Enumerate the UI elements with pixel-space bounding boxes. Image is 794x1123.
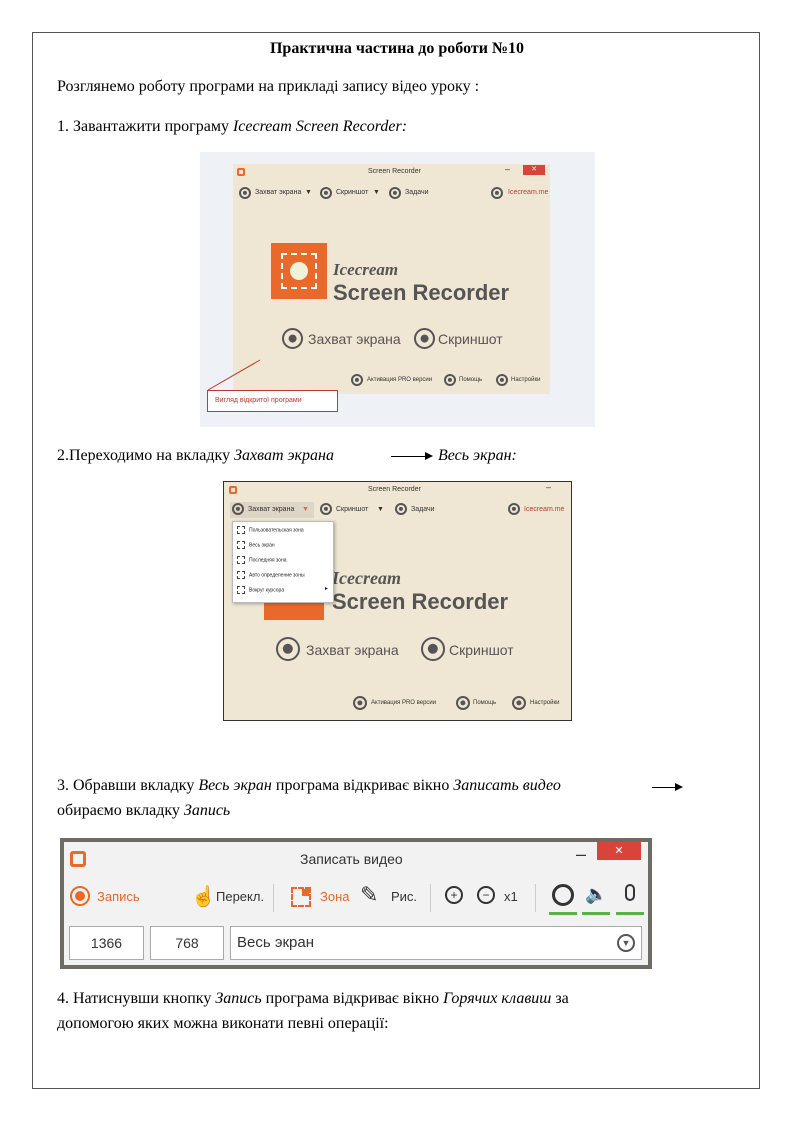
step-3-text: 3. Обравши вкладку — [57, 777, 199, 794]
screenshot-capture-menu: Screen Recorder – Захват экрана ▼ Скринш… — [223, 481, 572, 721]
record-icon — [70, 886, 90, 906]
chevron-down-icon[interactable]: ▼ — [617, 934, 635, 952]
divider — [535, 884, 536, 912]
brand-product: Screen Recorder — [332, 589, 509, 614]
chevron-right-icon: ▸ — [325, 586, 329, 592]
gear-icon — [512, 696, 526, 710]
step-1-text: 1. Завантажити програму — [57, 118, 233, 135]
icecream-icon — [508, 503, 520, 515]
minimize-button[interactable]: – — [546, 482, 551, 492]
height-field[interactable]: 768 — [150, 926, 224, 960]
record-window: Записать видео – ✕ Запись ☝ Перекл. Зона… — [64, 842, 648, 965]
arrow-head — [675, 783, 683, 791]
site-link[interactable]: Icecream.me — [524, 506, 564, 513]
zoom-out-icon[interactable]: − — [477, 886, 495, 904]
hand-icon: ☝ — [191, 886, 216, 908]
capture-dropdown-menu: Пользовательская зона Весь экран Последн… — [232, 521, 334, 603]
arrow-right-icon — [391, 456, 427, 457]
step-4-line-1: 4. Натиснувши кнопку Запись програма від… — [57, 988, 569, 1010]
webcam-icon[interactable] — [552, 884, 574, 906]
help-link[interactable]: Помощь — [473, 700, 496, 706]
chevron-down-icon[interactable]: ▼ — [302, 506, 309, 513]
switch-button[interactable]: Перекл. — [216, 889, 264, 904]
step-3-line-1: 3. Обравши вкладку Весь экран програма в… — [57, 775, 561, 797]
screenshot-main-window: Screen Recorder – ✕ Захват экрана ▼ Скри… — [200, 152, 595, 427]
tasks-icon — [395, 503, 407, 515]
step-4-button-name: Запись — [215, 990, 262, 1007]
width-field[interactable]: 1366 — [69, 926, 144, 960]
step-4-text-2: програма відкриває вікно — [261, 990, 444, 1007]
step-3-record-tab: Запись — [183, 802, 231, 819]
step-2-text: 2.Переходимо на вкладку — [57, 447, 235, 464]
speaker-status-bar — [582, 912, 610, 915]
callout-text: Вигляд відкритої програми — [215, 397, 302, 404]
step-4-line-2: допомогою яких можна виконати певні опер… — [57, 1015, 389, 1032]
step-2-tab-name: Захват экрана — [234, 447, 334, 464]
area-select[interactable]: Весь экран ▼ — [230, 926, 642, 960]
window-title: Записать видео — [300, 851, 403, 867]
divider — [273, 884, 274, 912]
menu-item-auto-detect[interactable]: Авто определение зоны — [237, 571, 305, 579]
intro-text: Розглянемо роботу програми на прикладі з… — [57, 78, 480, 95]
divider — [430, 884, 431, 912]
pencil-icon: ✎ — [360, 882, 379, 907]
page-title: Практична частина до роботи №10 — [269, 40, 525, 57]
step-4-text-3: за — [551, 990, 569, 1007]
step-4-text: 4. Натиснувши кнопку — [57, 990, 216, 1007]
tab-capture[interactable]: Захват экрана — [248, 506, 294, 513]
record-icon — [276, 637, 300, 661]
menu-item-around-cursor[interactable]: Вокруг курсора — [237, 586, 284, 594]
screenshot-record-window: Записать видео – ✕ Запись ☝ Перекл. Зона… — [60, 838, 652, 969]
chevron-down-icon[interactable]: ▼ — [377, 506, 384, 513]
arrow-right-icon — [652, 787, 676, 788]
mic-status-bar — [616, 912, 644, 915]
callout-arrow — [207, 359, 261, 391]
speaker-icon[interactable]: 🔈 — [585, 884, 607, 905]
zone-button[interactable]: Зона — [320, 889, 350, 904]
app-logo-icon — [70, 851, 86, 867]
zoom-level: x1 — [504, 889, 518, 904]
step-4-window-name: Горячих клавиш — [443, 990, 552, 1007]
step-3-tab-name: Весь экран — [198, 777, 272, 794]
menu-item-full-screen[interactable]: Весь экран — [237, 541, 275, 549]
step-1: 1. Завантажити програму Icecream Screen … — [57, 116, 407, 138]
window-title: Screen Recorder — [368, 486, 421, 493]
close-button[interactable]: ✕ — [597, 842, 641, 860]
step-3-window-name: Записать видео — [453, 777, 561, 794]
area-select-value: Весь экран — [237, 934, 315, 951]
camera-icon — [421, 637, 445, 661]
zoom-in-icon[interactable]: + — [445, 886, 463, 904]
callout-box: Вигляд відкритої програми — [207, 390, 338, 412]
menu-item-custom-area[interactable]: Пользовательская зона — [237, 526, 304, 534]
arrow-up-icon — [353, 696, 367, 710]
capture-button[interactable]: Захват экрана — [306, 642, 399, 658]
menu-item-last-area[interactable]: Последняя зона — [237, 556, 287, 564]
microphone-icon[interactable] — [625, 884, 635, 901]
record-button[interactable]: Запись — [97, 889, 140, 904]
record-icon — [232, 503, 244, 515]
help-icon — [456, 696, 470, 710]
arrow-head — [425, 452, 433, 460]
minimize-button[interactable]: – — [576, 844, 586, 865]
step-3-line-2: обираємо вкладку Запись — [57, 800, 230, 822]
webcam-status-bar — [549, 912, 577, 915]
step-3-text-2: програма відкриває вікно — [271, 777, 454, 794]
screenshot-button[interactable]: Скриншот — [449, 642, 514, 658]
settings-link[interactable]: Настройки — [530, 700, 559, 706]
tab-screenshot[interactable]: Скриншот — [336, 506, 368, 513]
camera-icon — [320, 503, 332, 515]
step-2-option: Весь экран: — [438, 447, 517, 464]
brand-name: Icecream — [332, 568, 401, 588]
app-logo-icon — [229, 486, 237, 494]
step-2: 2.Переходимо на вкладку Захват экрана — [57, 445, 334, 467]
draw-button[interactable]: Рис. — [391, 889, 417, 904]
step-3-text-3: обираємо вкладку — [57, 802, 184, 819]
step-1-app-name: Icecream Screen Recorder: — [232, 118, 408, 135]
zone-icon — [291, 887, 311, 907]
tab-tasks[interactable]: Задачи — [411, 506, 435, 513]
activate-pro-link[interactable]: Активация PRO версии — [371, 700, 436, 706]
